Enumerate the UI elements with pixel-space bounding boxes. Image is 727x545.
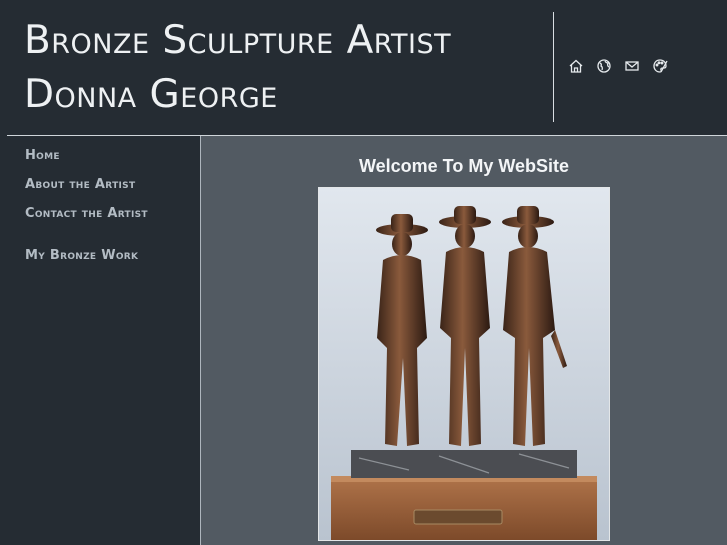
site-title-line-2: Donna George: [24, 72, 278, 117]
site-header: Bronze Sculpture Artist Donna George: [0, 0, 727, 135]
header-divider: [553, 12, 554, 122]
sidebar-item-about-the-artist[interactable]: About the Artist: [25, 177, 135, 192]
site-title: Bronze Sculpture Artist Donna George: [24, 14, 451, 122]
bronze-sculpture-image: [319, 188, 609, 540]
main-content: Welcome To My WebSite: [201, 136, 727, 545]
sidebar-item-my-bronze-work[interactable]: My Bronze Work: [25, 248, 138, 263]
globe-icon[interactable]: [596, 58, 612, 74]
palette-icon[interactable]: [652, 58, 668, 74]
site-title-line-1: Bronze Sculpture Artist: [24, 18, 452, 63]
sculpture-photo: [318, 187, 610, 541]
sidebar: Home About the Artist Contact the Artist…: [0, 136, 200, 545]
page-heading: Welcome To My WebSite: [358, 156, 570, 176]
sidebar-item-contact-the-artist[interactable]: Contact the Artist: [25, 206, 148, 221]
home-icon[interactable]: [568, 58, 584, 74]
sidebar-item-home[interactable]: Home: [25, 148, 60, 163]
header-icon-row: [568, 58, 668, 74]
mail-icon[interactable]: [624, 58, 640, 74]
